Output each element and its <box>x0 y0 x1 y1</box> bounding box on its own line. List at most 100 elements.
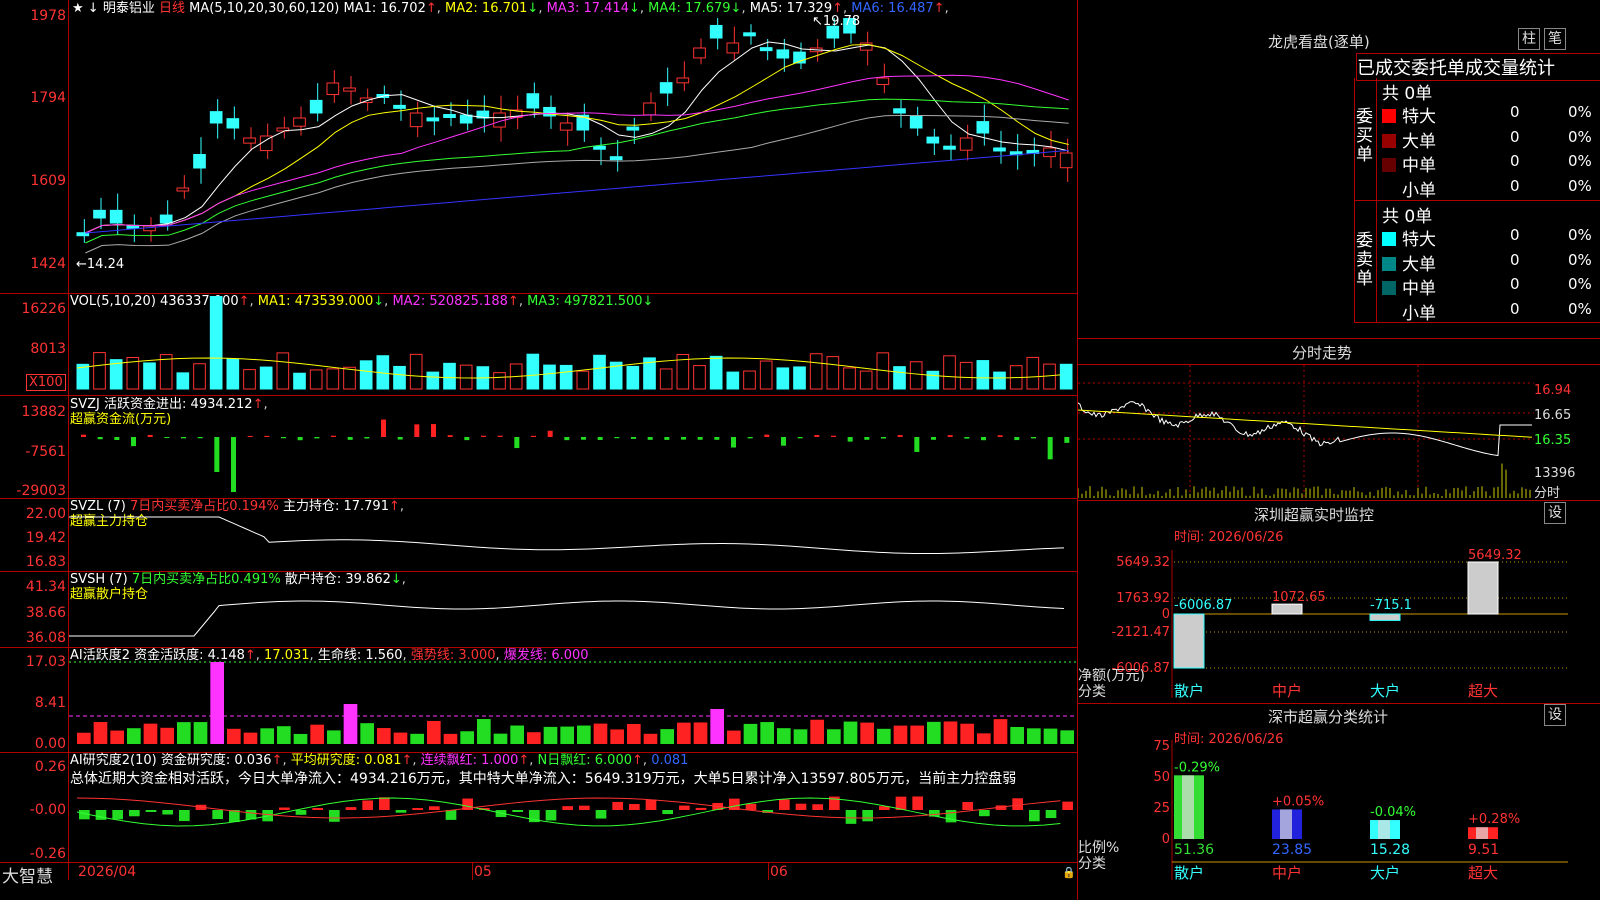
buy-row: 小单 <box>1382 176 1436 201</box>
star-icon[interactable]: ★ <box>72 1 84 16</box>
volume-bar <box>976 360 990 390</box>
candle <box>693 47 706 59</box>
retail-holding-line <box>69 600 1065 637</box>
fund-flow-bar <box>414 424 420 437</box>
research-bar <box>429 806 440 810</box>
svzj-tick: -29003 <box>16 483 66 499</box>
research-bar <box>912 796 923 810</box>
candle <box>726 42 740 54</box>
legend-swatch <box>1382 133 1396 148</box>
activity-bar <box>427 720 441 744</box>
volume-bar <box>359 360 373 390</box>
volume-bar <box>459 364 473 390</box>
price-tick: 1794 <box>30 90 66 106</box>
candle <box>409 112 423 128</box>
delta-label: +0.05% <box>1272 794 1324 809</box>
order-count: 0 <box>1510 176 1520 195</box>
research-bar <box>645 799 657 810</box>
category-label: 超大 <box>1468 682 1498 698</box>
y-axis-label: 比例% <box>1078 840 1119 856</box>
order-pct: 0% <box>1568 152 1592 170</box>
activity-bar <box>977 733 991 744</box>
bar-value-label: 1072.65 <box>1272 590 1326 605</box>
intraday-tick: 分时 <box>1534 486 1561 501</box>
bar-value-label: 23.85 <box>1272 842 1312 858</box>
svzl-tick: 16.83 <box>25 554 66 570</box>
ai-research-tick: -0.26 <box>29 846 66 862</box>
ai-active-tick: 17.03 <box>25 654 66 670</box>
brand-label: 大智慧 <box>2 867 53 887</box>
fund-flow-bar <box>997 435 1003 437</box>
chart-area[interactable]: ★ ↓ 明泰铝业 日线 MA(5,10,20,30,60,120) MA1: 1… <box>0 0 1078 900</box>
order-count: 0 <box>1510 226 1520 244</box>
cls-settings-button[interactable]: 设 <box>1544 704 1566 726</box>
retail-holding-chart[interactable] <box>69 572 1077 647</box>
bar-value-label: -715.1 <box>1370 598 1412 613</box>
activity-bar <box>993 719 1008 744</box>
ai-active-chart[interactable] <box>69 648 1077 752</box>
main-holding-chart[interactable] <box>69 499 1077 571</box>
research-bar <box>845 810 857 824</box>
volume-bar <box>759 360 773 390</box>
fund-flow-bar <box>1014 437 1020 441</box>
sell-row: 小单 <box>1382 299 1436 324</box>
legend-swatch <box>1382 183 1396 197</box>
volume-chart[interactable] <box>69 296 1077 395</box>
volume-bar <box>993 371 1006 390</box>
candle <box>893 108 906 114</box>
activity-bar <box>927 721 941 744</box>
research-bar <box>129 810 140 817</box>
fund-flow-bar <box>897 435 903 437</box>
category-label: 大户 <box>1370 682 1400 698</box>
bar-value-label: 5649.32 <box>1468 548 1522 563</box>
ma-value-3: MA3: 17.414 <box>546 1 629 16</box>
activity-bar <box>393 732 408 744</box>
arrow-down-icon[interactable]: ↓ <box>88 1 99 16</box>
candle <box>943 145 956 150</box>
volume-bar <box>926 370 940 390</box>
fund-flow-bar <box>697 437 703 440</box>
candle <box>443 114 456 119</box>
sz-settings-button[interactable]: 设 <box>1544 502 1566 524</box>
order-count: 0 <box>1510 299 1520 318</box>
sz-net-chart[interactable]: 5649.32 1763.920 -2121.47 -6006.87 净额(万元)分类 -… <box>1078 540 1600 698</box>
vol-unit-badge[interactable]: X100 <box>26 374 66 391</box>
category-label: 散户 <box>1174 682 1204 698</box>
candlestick-chart[interactable] <box>69 18 1077 293</box>
bar-value-label: -6006.87 <box>1174 598 1232 613</box>
volume-bar <box>709 355 723 390</box>
tick-mode-button[interactable]: 笔 <box>1544 28 1566 50</box>
activity-bar <box>693 722 708 744</box>
activity-bar <box>1027 728 1041 744</box>
axis-tick: 0 <box>1162 607 1170 622</box>
lock-icon[interactable]: 🔒 <box>1062 866 1076 879</box>
activity-bar <box>1010 726 1024 744</box>
cls-ratio-chart[interactable]: 75 50 25 0 比例%分类 -0.29% 51.36 散户 +0.05% 23.85 中户 -0… <box>1078 740 1600 900</box>
bar-mode-button[interactable]: 柱 <box>1518 28 1540 50</box>
lhb-title: 龙虎看盘(逐单) <box>1268 33 1370 51</box>
activity-bar <box>443 733 458 744</box>
intraday-chart[interactable] <box>1078 365 1534 498</box>
research-bar <box>212 810 223 820</box>
period-label[interactable]: 日线 <box>159 1 185 16</box>
buy-side-label: 委买单 <box>1356 107 1373 165</box>
volume-bar <box>226 358 240 390</box>
volume-bar <box>943 355 956 390</box>
fund-flow-chart[interactable] <box>69 396 1077 498</box>
activity-bar <box>877 728 891 744</box>
fund-flow-bar <box>214 437 220 472</box>
axis-tick: 75 <box>1153 740 1170 754</box>
research-bar <box>295 810 307 815</box>
research-bar <box>329 810 340 822</box>
research-bar <box>745 803 757 810</box>
activity-bar <box>77 732 91 744</box>
axis-tick: 50 <box>1153 770 1170 785</box>
ai-research-chart[interactable] <box>69 790 1077 862</box>
ai-summary-text: 总体近期大资金相对活跃，今日大单净流入：4934.216万元，其中特大单净流入：… <box>70 771 1017 787</box>
activity-bar <box>777 728 791 744</box>
fund-flow-bar <box>347 437 353 440</box>
net-bar <box>1173 613 1205 669</box>
stats-tab-title[interactable]: 已成交委托单成交量统计 <box>1356 53 1600 81</box>
volume-bar <box>309 369 323 390</box>
order-count: 0 <box>1510 103 1520 121</box>
